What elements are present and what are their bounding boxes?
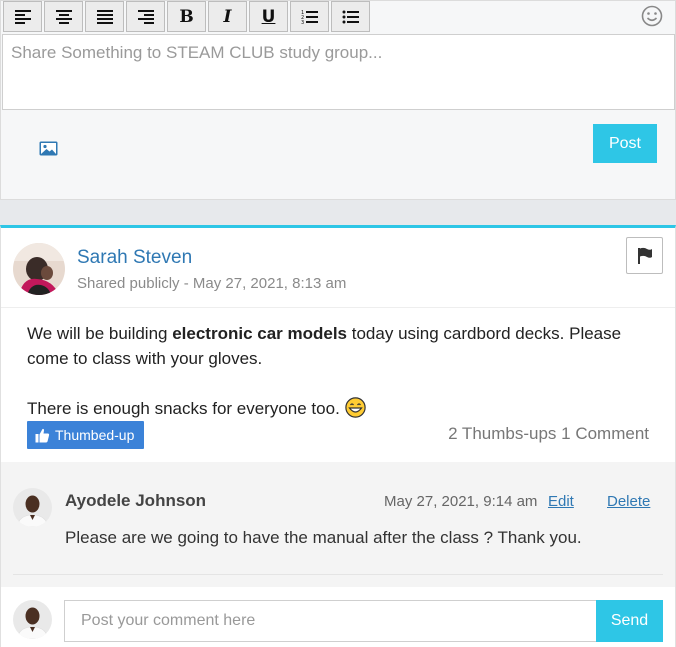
editor-toolbar: B I U 123 [1, 1, 370, 33]
comment-author-name[interactable]: Ayodele Johnson [65, 491, 206, 511]
underline-icon: U [261, 6, 276, 27]
ordered-list-button[interactable]: 123 [290, 1, 329, 32]
post-composer: B I U 123 Share Something to STEAM CLUB … [0, 0, 676, 200]
comment-edit-link[interactable]: Edit [548, 493, 574, 510]
unordered-list-icon [342, 10, 359, 23]
current-user-avatar [13, 600, 52, 639]
bold-button[interactable]: B [167, 1, 206, 32]
post-card: Sarah Steven Shared publicly - May 27, 2… [0, 225, 676, 647]
post-body-text: We will be building [27, 324, 173, 343]
post-header-divider [1, 307, 675, 308]
italic-icon: I [223, 6, 232, 27]
align-left-icon [14, 9, 31, 24]
thumbed-up-label: Thumbed-up [55, 427, 135, 443]
grinning-emoji-icon [344, 397, 366, 418]
italic-button[interactable]: I [208, 1, 247, 32]
author-avatar[interactable] [13, 243, 65, 295]
comment-timestamp: May 27, 2021, 9:14 am [384, 493, 538, 510]
post-meta: Shared publicly - May 27, 2021, 8:13 am [77, 275, 347, 292]
post-body: We will be building electronic car model… [27, 321, 657, 421]
comment-divider [13, 574, 663, 575]
report-button[interactable] [626, 237, 663, 274]
comment-text: Please are we going to have the manual a… [65, 528, 582, 547]
avatar-photo-icon [13, 243, 65, 295]
align-center-button[interactable] [44, 1, 83, 32]
comment-delete-link[interactable]: Delete [607, 493, 650, 510]
post-body-paragraph: We will be building electronic car model… [27, 321, 657, 371]
post-stats[interactable]: 2 Thumbs-ups 1 Comment [448, 424, 649, 444]
commenter-avatar[interactable] [13, 488, 52, 527]
align-right-button[interactable] [126, 1, 165, 32]
underline-button[interactable]: U [249, 1, 288, 32]
comments-section: Ayodele Johnson May 27, 2021, 9:14 am Ed… [1, 462, 675, 587]
commenter-photo-icon [13, 488, 52, 527]
align-justify-button[interactable] [85, 1, 124, 32]
bold-icon: B [179, 6, 194, 27]
svg-text:3: 3 [301, 20, 304, 25]
ordered-list-icon: 123 [301, 10, 318, 25]
post-body-line2: There is enough snacks for everyone too. [27, 399, 340, 418]
emoji-icon[interactable] [641, 5, 663, 27]
thumbs-up-icon [35, 428, 50, 442]
current-user-photo-icon [13, 600, 52, 639]
comment-input[interactable]: Post your comment here [64, 600, 597, 642]
align-justify-icon [96, 9, 113, 24]
send-button[interactable]: Send [596, 600, 663, 642]
align-right-icon [137, 9, 154, 24]
align-center-icon [55, 9, 72, 24]
flag-icon [637, 247, 652, 264]
align-left-button[interactable] [3, 1, 42, 32]
post-author-name[interactable]: Sarah Steven [77, 247, 192, 269]
image-upload-icon[interactable] [39, 141, 58, 156]
post-body-bold-text: electronic car models [172, 324, 348, 343]
post-button[interactable]: Post [593, 124, 657, 163]
thumbed-up-button[interactable]: Thumbed-up [27, 421, 145, 449]
share-textarea[interactable]: Share Something to STEAM CLUB study grou… [2, 34, 675, 110]
unordered-list-button[interactable] [331, 1, 370, 32]
post-body-paragraph-2: There is enough snacks for everyone too. [27, 396, 657, 421]
